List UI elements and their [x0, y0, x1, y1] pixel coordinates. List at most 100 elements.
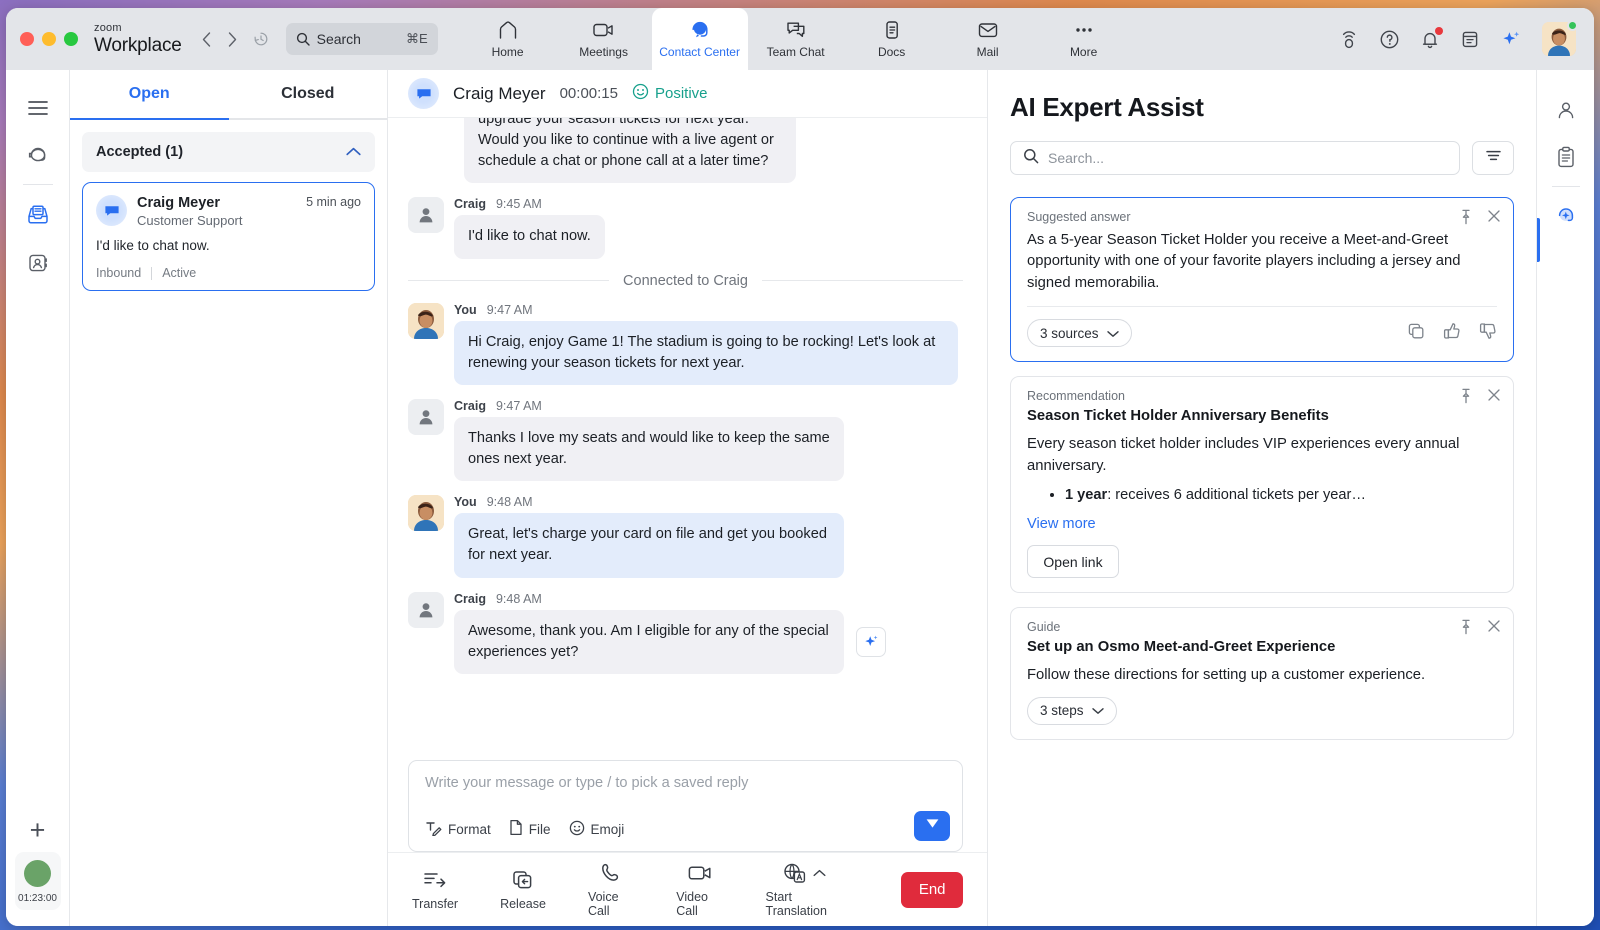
message-row: Craig 9:48 AM Awesome, thank you. Am I e… — [408, 591, 963, 674]
tab-team-chat[interactable]: Team Chat — [748, 8, 844, 70]
status-available-indicator — [24, 860, 51, 887]
voice-call-button[interactable]: Voice Call — [588, 861, 634, 918]
bullet-detail: : receives 6 additional tickets per year… — [1107, 487, 1366, 504]
home-icon — [497, 19, 519, 41]
tab-home[interactable]: Home — [460, 8, 556, 70]
message-list[interactable]: upgrade your season tickets for next yea… — [388, 118, 987, 748]
maximize-window-button[interactable] — [64, 32, 78, 46]
close-icon[interactable] — [1487, 619, 1501, 640]
cast-icon[interactable] — [1339, 28, 1359, 50]
thumbs-up-icon[interactable] — [1443, 322, 1461, 345]
sources-label: 3 sources — [1040, 325, 1099, 341]
active-tab-underline — [70, 118, 229, 120]
pin-icon[interactable] — [1459, 388, 1473, 409]
ai-panel-title: AI Expert Assist — [1010, 92, 1204, 122]
call-control-bar: Transfer Release Voice Call Video Call S… — [388, 852, 987, 926]
document-icon — [884, 19, 900, 41]
tab-meetings[interactable]: Meetings — [556, 8, 652, 70]
accepted-group-header[interactable]: Accepted (1) — [82, 132, 375, 172]
end-button[interactable]: End — [901, 871, 963, 908]
ai-search-input[interactable]: Search... — [1010, 141, 1460, 175]
message-bubble: upgrade your season tickets for next yea… — [464, 118, 796, 184]
user-avatar-wrap[interactable] — [1542, 20, 1578, 56]
steps-dropdown[interactable]: 3 steps — [1027, 696, 1117, 725]
title-bar: zoom Workplace Search ⌘E Home Meetings C… — [6, 8, 1594, 70]
card-feedback-icons — [1407, 322, 1497, 345]
tab-more[interactable]: More — [1036, 8, 1132, 70]
search-icon — [1023, 148, 1039, 169]
conversation-timer: 00:00:15 — [559, 85, 618, 102]
view-more-link[interactable]: View more — [1027, 516, 1096, 532]
notification-bell-icon[interactable] — [1420, 26, 1443, 50]
tab-more-label: More — [1069, 45, 1098, 59]
card-actions — [1459, 619, 1501, 640]
tab-contact-center[interactable]: Contact Center — [651, 8, 748, 70]
video-call-button[interactable]: Video Call — [676, 861, 723, 918]
agent-status[interactable]: 01:23:00 — [14, 852, 61, 910]
system-icon-group — [1339, 20, 1594, 56]
engagement-card[interactable]: Craig Meyer Customer Support 5 min ago I… — [82, 182, 375, 291]
pin-icon[interactable] — [1459, 209, 1473, 230]
file-button[interactable]: File — [509, 819, 551, 839]
sidebar-item-inbox[interactable] — [17, 191, 59, 239]
format-button[interactable]: Format — [425, 820, 491, 839]
help-icon[interactable] — [1379, 29, 1400, 50]
hamburger-menu-icon[interactable] — [17, 84, 59, 132]
close-icon[interactable] — [1487, 388, 1501, 409]
suggested-answer-card[interactable]: Suggested answer As a 5-year Season Tick… — [1010, 197, 1514, 363]
guide-card[interactable]: Guide Set up an Osmo Meet-and-Greet Expe… — [1010, 607, 1514, 740]
smiley-icon — [632, 83, 649, 104]
rail-divider — [22, 184, 53, 185]
nav-forward-button[interactable] — [220, 26, 246, 52]
window-controls — [6, 32, 94, 46]
close-icon[interactable] — [1487, 209, 1501, 230]
ai-cards: Suggested answer As a 5-year Season Tick… — [1010, 197, 1514, 740]
engagement-customer-name: Craig Meyer — [137, 195, 221, 211]
pin-icon[interactable] — [1459, 619, 1473, 640]
copy-icon[interactable] — [1407, 322, 1425, 345]
message-text: Thanks I love my seats and would like to… — [468, 429, 830, 468]
clipboard-icon[interactable] — [1545, 134, 1587, 180]
chevron-up-icon[interactable] — [813, 866, 826, 880]
close-window-button[interactable] — [20, 32, 34, 46]
add-button[interactable]: + — [17, 808, 59, 852]
message-time: 9:45 AM — [495, 197, 542, 212]
divider-line-left — [408, 280, 610, 282]
message-body: Craig 9:47 AM Thanks I love my seats and… — [454, 399, 844, 482]
card-body: Every season ticket holder includes VIP … — [1027, 436, 1460, 474]
history-icon[interactable] — [246, 24, 276, 54]
recommendation-card[interactable]: Recommendation Season Ticket Holder Anni… — [1010, 376, 1514, 594]
thumbs-down-icon[interactable] — [1479, 322, 1497, 345]
send-button[interactable] — [914, 811, 950, 841]
open-link-button[interactable]: Open link — [1027, 545, 1119, 579]
engagement-meta: Inbound Active — [96, 266, 361, 280]
emoji-button[interactable]: Emoji — [569, 820, 624, 839]
transfer-button[interactable]: Transfer — [412, 868, 458, 911]
start-translation-button[interactable]: Start Translation — [766, 861, 842, 918]
app-brand: zoom Workplace — [94, 23, 194, 56]
tab-open[interactable]: Open — [70, 70, 229, 118]
sidebar-item-engagements[interactable] — [17, 132, 59, 180]
ai-assist-icon[interactable] — [1545, 193, 1587, 239]
sidebar-item-contacts[interactable] — [17, 239, 59, 287]
emoji-icon — [569, 820, 585, 839]
right-rail — [1536, 70, 1594, 926]
nav-back-button[interactable] — [194, 26, 220, 52]
message-composer[interactable]: Write your message or type / to pick a s… — [408, 760, 963, 852]
tab-docs[interactable]: Docs — [844, 8, 940, 70]
global-search[interactable]: Search ⌘E — [285, 23, 438, 55]
filter-button[interactable] — [1472, 141, 1514, 175]
tab-closed[interactable]: Closed — [229, 70, 388, 118]
ai-sparkle-icon[interactable] — [856, 626, 886, 657]
sources-dropdown[interactable]: 3 sources — [1027, 319, 1132, 348]
tab-mail[interactable]: Mail — [940, 8, 1036, 70]
release-button[interactable]: Release — [500, 868, 546, 911]
ai-sparkle-icon[interactable] — [1500, 28, 1522, 50]
message-row: You 9:47 AM Hi Craig, enjoy Game 1! The … — [408, 302, 963, 385]
minimize-window-button[interactable] — [42, 32, 56, 46]
person-icon[interactable] — [1545, 88, 1587, 134]
card-kicker: Recommendation — [1027, 389, 1125, 404]
chevron-up-icon[interactable] — [346, 144, 361, 160]
card-body: Follow these directions for setting up a… — [1027, 667, 1426, 684]
calendar-icon[interactable] — [1460, 29, 1480, 50]
